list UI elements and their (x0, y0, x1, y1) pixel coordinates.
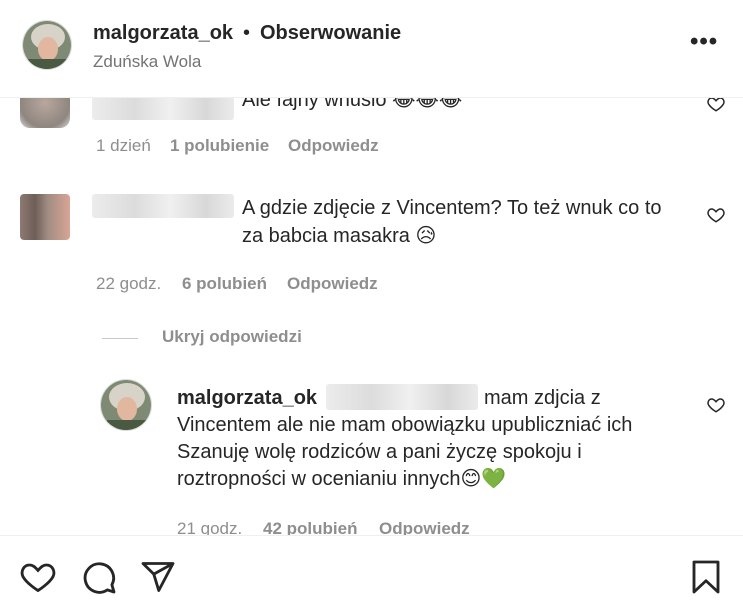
replies-divider (102, 338, 138, 339)
header-username[interactable]: malgorzata_ok (93, 22, 233, 45)
follow-button[interactable]: Obserwowanie (260, 22, 401, 45)
post-header: malgorzata_ok • Obserwowanie Zduńska Wol… (0, 0, 743, 98)
like-reply-heart-icon[interactable] (707, 396, 725, 414)
comment-likes[interactable]: 1 polubienie (170, 136, 269, 156)
commenter-avatar[interactable] (20, 194, 70, 240)
comment-time[interactable]: 22 godz. (96, 274, 161, 294)
header-separator: • (243, 22, 251, 44)
commenter-avatar[interactable] (20, 98, 70, 128)
send-icon[interactable] (140, 559, 176, 595)
hide-replies-button[interactable]: Ukryj odpowiedzi (162, 327, 302, 347)
comment-text: A gdzie zdjęcie z Vincentem? To też wnuk… (242, 197, 662, 219)
comment-text-line2: za babcia masakra 😥 (242, 225, 437, 247)
reply-text: mam zdjcia z (484, 387, 601, 409)
comment-icon[interactable] (81, 559, 117, 595)
heart-icon[interactable] (20, 559, 56, 595)
reply-time[interactable]: 21 godz. (177, 519, 242, 535)
comment-time[interactable]: 1 dzień (96, 136, 151, 156)
commenter-name-blurred[interactable] (92, 98, 234, 120)
reply-likes[interactable]: 42 polubień (263, 519, 357, 535)
reply-text-line4: roztropności w ocenianiu innych😊💚 (177, 468, 507, 490)
reply-button[interactable]: Odpowiedz (287, 274, 378, 294)
location-link[interactable]: Zduńska Wola (93, 52, 201, 72)
like-comment-heart-icon[interactable] (707, 206, 725, 224)
bookmark-icon[interactable] (688, 559, 724, 595)
like-comment-heart-icon[interactable] (707, 98, 725, 113)
mention-blurred[interactable] (326, 384, 478, 410)
commenter-name-blurred[interactable] (92, 194, 234, 218)
comments-list: Ale fajny wnusio 😂😂😂 1 dzień 1 polubieni… (0, 98, 743, 535)
post-actions-bar (0, 535, 743, 612)
comment-likes[interactable]: 6 polubień (182, 274, 267, 294)
smile-heart-emojis: 😊💚 (460, 468, 507, 490)
more-options-icon[interactable]: ••• (690, 28, 718, 56)
reply-text-line3: Szanuję wolę rodziców a pani życzę spoko… (177, 441, 582, 463)
laughing-emoji: 😂😂😂 (392, 98, 463, 111)
reply-reply-button[interactable]: Odpowiedz (379, 519, 470, 535)
reply-text-line2: Vincentem ale nie mam obowiązku upublicz… (177, 414, 633, 436)
reply-username[interactable]: malgorzata_ok (177, 384, 317, 412)
comment-text: Ale fajny wnusio 😂😂😂 (242, 98, 462, 114)
profile-avatar[interactable] (22, 20, 72, 70)
reply-avatar[interactable] (100, 379, 152, 431)
reply-button[interactable]: Odpowiedz (288, 136, 379, 156)
sad-emoji: 😥 (415, 225, 437, 247)
